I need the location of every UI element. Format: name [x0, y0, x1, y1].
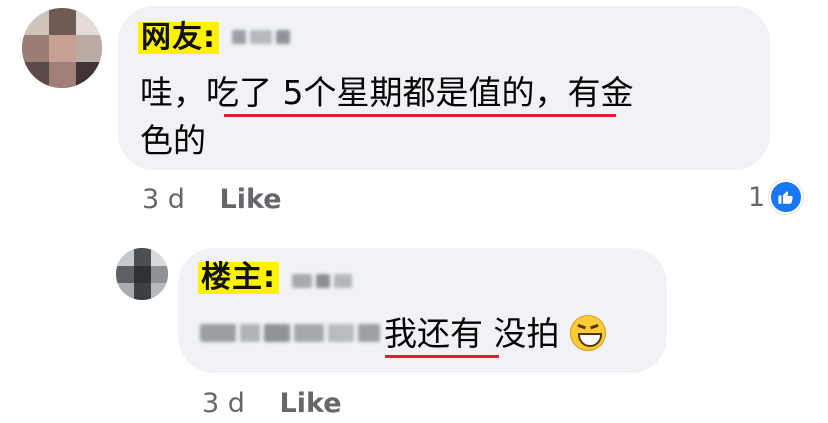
reply-text-rest: 没拍 [483, 314, 560, 353]
reply-meta: 3 d Like [202, 388, 342, 419]
comment-text-line2: 色的 [140, 121, 206, 160]
red-underline [385, 355, 499, 358]
reaction-summary[interactable]: 1 [748, 180, 804, 214]
like-button[interactable]: Like [220, 184, 282, 215]
thumbs-up-icon [769, 180, 804, 214]
comment-meta: 3 d Like [142, 184, 282, 215]
reply-like-button[interactable]: Like [280, 388, 342, 419]
comment-timestamp[interactable]: 3 d [142, 184, 185, 215]
comment-text-line1: 哇，吃了 5个星期都是值的，有金 [140, 70, 634, 116]
replier-tag: 楼主: [198, 262, 279, 294]
reply-timestamp[interactable]: 3 d [202, 388, 245, 419]
reply-avatar[interactable] [116, 248, 168, 300]
comment-text-suffix: ，有金 [534, 73, 634, 112]
reaction-count: 1 [748, 181, 766, 213]
commenter-name-blurred[interactable] [232, 30, 290, 44]
commenter-tag: 网友: [138, 22, 219, 54]
comment-text-prefix: 哇， [140, 73, 206, 112]
grinning-squinting-face-icon [570, 315, 606, 351]
red-underline [224, 114, 616, 117]
comment-text-underlined: 吃了 5个星期都是值的 [206, 73, 535, 112]
replier-name-blurred[interactable] [292, 274, 352, 288]
reply-text: 我还有 没拍 [384, 311, 606, 357]
reply-text-underlined: 我还有 [384, 314, 483, 353]
mentioned-name-blurred[interactable] [200, 324, 380, 342]
avatar[interactable] [22, 8, 102, 88]
